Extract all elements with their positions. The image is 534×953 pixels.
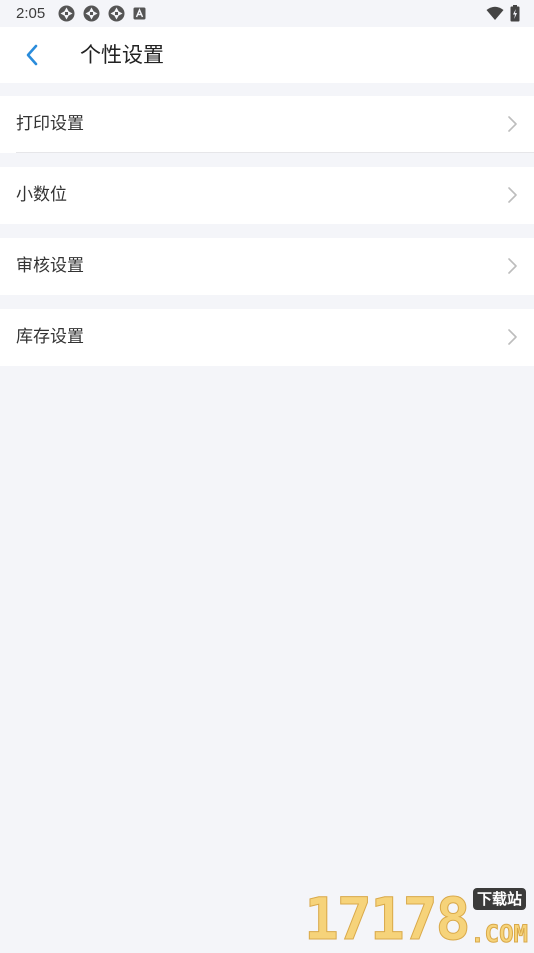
setting-item-label: 审核设置 [16,256,84,276]
setting-item-print[interactable]: 打印设置 [0,96,534,153]
divider [16,152,534,153]
chevron-right-icon [508,187,517,203]
watermark-badge: 下载站 [472,888,526,910]
setting-item-decimal[interactable]: 小数位 [0,167,534,224]
battery-charging-icon [510,4,520,21]
chevron-right-icon [508,258,517,274]
setting-item-label: 小数位 [16,185,67,205]
chevron-right-icon [508,116,517,132]
status-system-icons [486,4,520,22]
a-badge-icon [133,7,146,20]
aperture-icon [58,5,75,22]
chevron-right-icon [508,329,517,345]
aperture-icon [83,5,100,22]
setting-item-inventory[interactable]: 库存设置 [0,309,534,366]
aperture-icon [108,5,125,22]
status-bar: 2:05 [0,0,534,27]
page-title: 个性设置 [80,43,164,67]
setting-item-audit[interactable]: 审核设置 [0,238,534,295]
back-button[interactable] [14,37,50,73]
setting-item-label: 打印设置 [16,114,84,134]
setting-item-label: 库存设置 [16,327,84,347]
app-header: 个性设置 [0,27,534,83]
watermark-suffix: .COM [470,920,529,948]
chevron-left-icon [26,44,38,66]
status-notification-icons [58,5,146,22]
watermark-logo: 17178 下载站 .COM [304,885,530,953]
settings-list: 打印设置 小数位 审核设置 库存设置 [0,96,534,366]
watermark-digits: 17178 [304,885,472,953]
status-time: 2:05 [16,5,46,22]
wifi-icon [486,6,504,20]
